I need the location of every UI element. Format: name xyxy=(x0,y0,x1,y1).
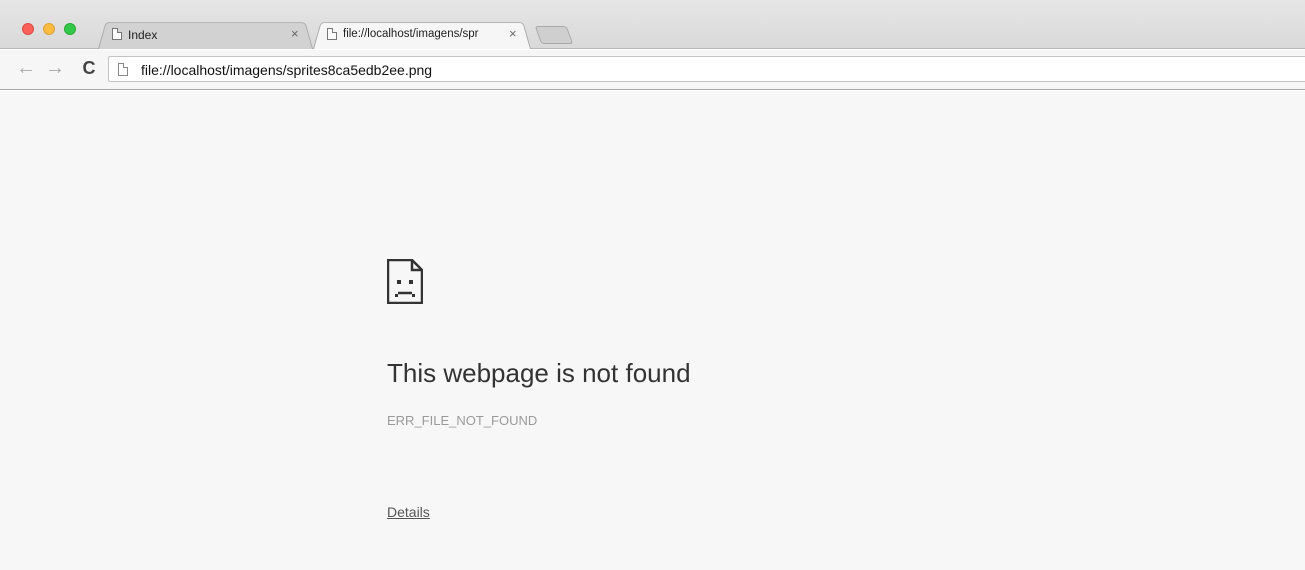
error-code: ERR_FILE_NOT_FOUND xyxy=(387,413,538,428)
details-link[interactable]: Details xyxy=(387,504,430,520)
tab-close-icon[interactable]: × xyxy=(509,26,517,41)
toolbar: ← → C file://localhost/imagens/sprites8c… xyxy=(0,50,1305,90)
window-minimize-button[interactable] xyxy=(43,23,55,35)
address-bar[interactable]: file://localhost/imagens/sprites8ca5edb2… xyxy=(108,56,1305,82)
page-icon xyxy=(327,28,337,40)
page-icon xyxy=(112,28,122,40)
window-close-button[interactable] xyxy=(22,23,34,35)
back-arrow-icon[interactable]: ← xyxy=(16,58,36,80)
address-url[interactable]: file://localhost/imagens/sprites8ca5edb2… xyxy=(141,62,432,78)
tab-title: file://localhost/imagens/spr xyxy=(343,28,479,40)
page-content: This webpage is not found ERR_FILE_NOT_F… xyxy=(0,91,1305,570)
forward-arrow-icon[interactable]: → xyxy=(45,58,65,80)
error-title: This webpage is not found xyxy=(387,358,691,388)
tab-active-file[interactable]: file://localhost/imagens/spr × xyxy=(313,20,531,49)
sad-page-icon xyxy=(387,259,423,304)
tab-index[interactable]: Index × xyxy=(98,20,313,49)
new-tab-button[interactable] xyxy=(534,26,574,44)
tab-close-icon[interactable]: × xyxy=(291,26,299,41)
reload-icon[interactable]: C xyxy=(79,58,99,80)
window-zoom-button[interactable] xyxy=(64,23,76,35)
page-icon xyxy=(118,63,128,76)
tab-title: Index xyxy=(128,28,158,42)
tab-strip: Index × file://localhost/imagens/spr × xyxy=(0,0,1305,49)
